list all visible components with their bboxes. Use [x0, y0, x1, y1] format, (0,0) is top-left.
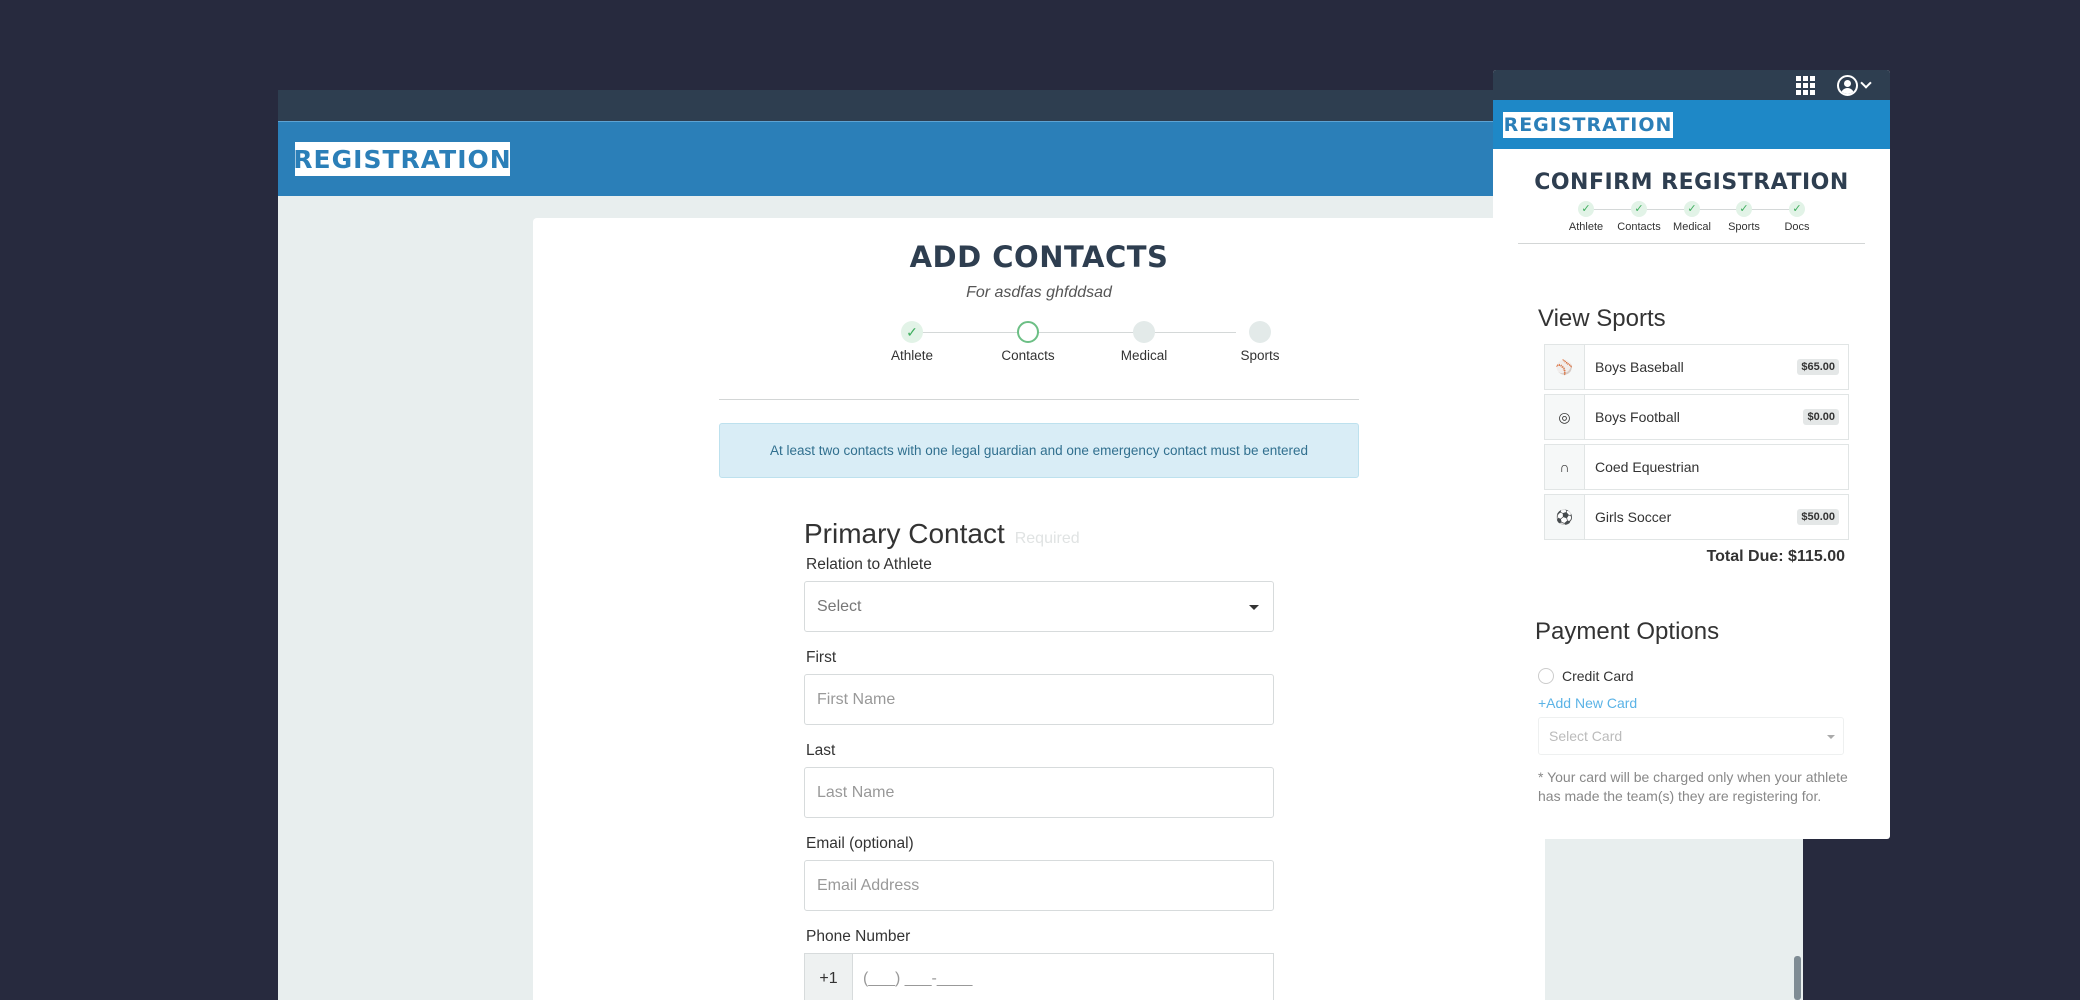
- football-icon: ◎: [1545, 395, 1585, 439]
- check-icon: ✓: [1736, 201, 1752, 217]
- first-name-placeholder: First Name: [817, 690, 896, 708]
- last-name-label: Last: [806, 742, 836, 759]
- confirm-registration-panel: REGISTRATION CONFIRM REGISTRATION ✓ Athl…: [1493, 70, 1890, 839]
- select-card-dropdown[interactable]: Select Card: [1538, 717, 1844, 755]
- sport-name: Boys Football: [1595, 409, 1680, 425]
- price-badge: $0.00: [1803, 409, 1839, 425]
- price-badge: $50.00: [1797, 509, 1839, 525]
- relation-select[interactable]: Select: [804, 581, 1274, 632]
- phone-input[interactable]: (___) ___-____: [852, 953, 1274, 1000]
- scrollbar-thumb[interactable]: [1794, 956, 1801, 1000]
- progress-stepper: ✓ Athlete Contacts Medical Sports: [844, 320, 1280, 370]
- section-heading: Primary Contact Required: [804, 518, 1274, 550]
- horseshoe-icon: ∩: [1545, 445, 1585, 489]
- phone-field: +1 (___) ___-____: [804, 953, 1274, 1000]
- divider: [1518, 243, 1865, 244]
- step-athlete[interactable]: ✓ Athlete: [867, 320, 957, 363]
- total-due: Total Due: $115.00: [1706, 548, 1845, 565]
- apps-grid-icon[interactable]: [1796, 76, 1815, 95]
- last-name-input[interactable]: Last Name: [804, 767, 1274, 818]
- email-placeholder: Email Address: [817, 876, 920, 894]
- step-label: Athlete: [890, 348, 934, 363]
- check-icon: ✓: [1631, 201, 1647, 217]
- view-sports-heading: View Sports: [1538, 305, 1666, 332]
- payment-options: Payment Options Credit Card +Add New Car…: [1535, 618, 1855, 806]
- credit-card-label: Credit Card: [1562, 668, 1634, 684]
- sport-name: Boys Baseball: [1595, 359, 1684, 375]
- relation-label: Relation to Athlete: [806, 556, 932, 573]
- credit-card-option[interactable]: Credit Card: [1538, 668, 1855, 684]
- step-label: Sports: [1240, 348, 1280, 363]
- list-item-sport[interactable]: ∩ Coed Equestrian: [1544, 444, 1849, 490]
- info-alert: At least two contacts with one legal gua…: [719, 423, 1359, 478]
- step-label: Docs: [1784, 221, 1810, 233]
- baseball-icon: ⚾: [1545, 345, 1585, 389]
- relation-select-value: Select: [817, 597, 862, 615]
- primary-contact-form: Primary Contact Required Relation to Athl…: [804, 518, 1274, 1000]
- check-icon: ✓: [1578, 201, 1594, 217]
- panel-header: REGISTRATION: [1493, 100, 1890, 149]
- last-name-placeholder: Last Name: [817, 783, 895, 801]
- step-label: Medical: [1120, 348, 1168, 363]
- current-step-indicator: [1017, 321, 1039, 343]
- email-label: Email (optional): [806, 835, 914, 852]
- user-account-icon[interactable]: [1837, 75, 1858, 96]
- sport-name: Girls Soccer: [1595, 509, 1672, 525]
- check-icon: ✓: [901, 321, 923, 343]
- pending-step-indicator: [1249, 321, 1271, 343]
- soccer-ball-icon: ⚽: [1545, 495, 1585, 539]
- list-item-sport[interactable]: ◎ Boys Football $0.00: [1544, 394, 1849, 440]
- pending-step-indicator: [1133, 321, 1155, 343]
- credit-card-radio[interactable]: [1538, 668, 1554, 684]
- select-card-placeholder: Select Card: [1549, 728, 1623, 744]
- check-icon: ✓: [1789, 201, 1805, 217]
- sport-name: Coed Equestrian: [1595, 459, 1700, 475]
- price-badge: $65.00: [1797, 359, 1839, 375]
- list-item-sport[interactable]: ⚽ Girls Soccer $50.00: [1544, 494, 1849, 540]
- phone-label: Phone Number: [806, 928, 911, 945]
- first-name-label: First: [806, 649, 837, 666]
- required-tag: Required: [1014, 530, 1080, 547]
- payment-heading: Payment Options: [1535, 618, 1720, 645]
- divider: [719, 399, 1359, 400]
- registration-logo[interactable]: REGISTRATION: [293, 142, 511, 176]
- step-contacts[interactable]: Contacts: [983, 320, 1073, 363]
- list-item-sport[interactable]: ⚾ Boys Baseball $65.00: [1544, 344, 1849, 390]
- page-subtitle: For asdfas ghfddsad: [966, 284, 1112, 301]
- panel-top-bar: [1493, 70, 1890, 100]
- add-new-card-link[interactable]: +Add New Card: [1538, 695, 1855, 711]
- country-code: +1: [804, 953, 852, 1000]
- step-docs[interactable]: ✓ Docs: [1762, 201, 1832, 233]
- step-sports[interactable]: Sports: [1215, 320, 1305, 363]
- email-input[interactable]: Email Address: [804, 860, 1274, 911]
- first-name-input[interactable]: First Name: [804, 674, 1274, 725]
- step-label: Contacts: [1001, 348, 1055, 363]
- registration-logo[interactable]: REGISTRATION: [1503, 112, 1673, 138]
- add-contacts-card: ADD CONTACTS For asdfas ghfddsad ✓ Athle…: [533, 218, 1545, 1000]
- section-title: Primary Contact: [804, 518, 1005, 549]
- payment-note: * Your card will be charged only when yo…: [1538, 769, 1848, 804]
- sports-list: ⚾ Boys Baseball $65.00 ◎ Boys Football $…: [1544, 344, 1849, 566]
- check-icon: ✓: [1684, 201, 1700, 217]
- page-title: ADD CONTACTS: [909, 240, 1169, 274]
- caret-down-icon: [1827, 735, 1835, 739]
- panel-progress-stepper: ✓ Athlete ✓ Contacts ✓ Medical ✓ Sports …: [1493, 201, 1890, 241]
- caret-down-icon: [1249, 605, 1259, 610]
- step-medical[interactable]: Medical: [1099, 320, 1189, 363]
- panel-title: CONFIRM REGISTRATION: [1534, 170, 1849, 195]
- chevron-down-icon[interactable]: [1860, 77, 1872, 89]
